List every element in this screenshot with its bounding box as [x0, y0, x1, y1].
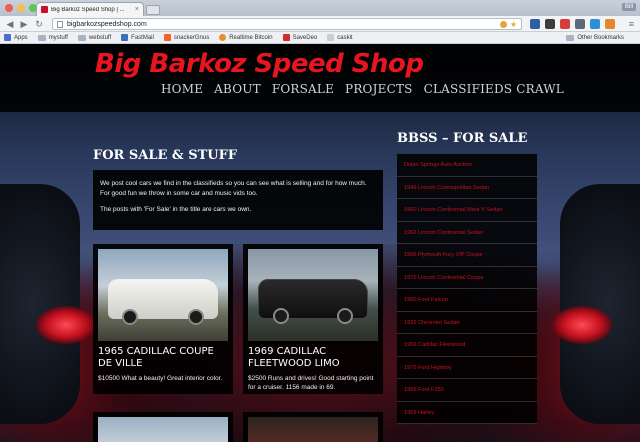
abp-icon[interactable]: [560, 19, 570, 29]
listing-card[interactable]: [243, 412, 383, 442]
bookmark-webstuff[interactable]: webstuff: [77, 34, 111, 41]
profile-button[interactable]: Bill: [621, 3, 636, 11]
bookmark-realtime-bitcoin[interactable]: Realtime Bitcoin: [219, 34, 273, 41]
sidebar-link[interactable]: 1956 Cadillac Fleetwood: [397, 334, 537, 357]
sidebar-link[interactable]: Dolan Springs Auto Auction: [397, 154, 537, 177]
extension-icon[interactable]: [499, 20, 507, 28]
sidebar-link[interactable]: 1960 Lincoln Continental Mark V Sedan: [397, 199, 537, 222]
listing-title[interactable]: 1965 CADILLAC COUPE DE VILLE: [98, 346, 228, 370]
bookmark-savedeo[interactable]: SaveDeo: [282, 34, 317, 41]
folder-icon: [566, 35, 575, 41]
nav-forsale[interactable]: FORSALE: [272, 82, 334, 96]
tab-title: Big Barkoz Speed Shop | ...: [51, 6, 125, 13]
listing-photo[interactable]: [98, 249, 228, 341]
browser-tabstrip: Big Barkoz Speed Shop | ... × Bill: [0, 0, 640, 16]
listing-card[interactable]: 1965 CADILLAC COUPE DE VILLE $10500 What…: [93, 244, 233, 394]
extension-icons: [530, 19, 615, 29]
bitcoin-icon: [219, 34, 227, 41]
wheel-shape: [122, 309, 138, 325]
page-icon: [57, 20, 63, 28]
new-tab-button[interactable]: [146, 5, 160, 15]
sidebar-link[interactable]: 1966 Plymouth Fury VIP Coupe: [397, 244, 537, 267]
bookmark-snackergnus[interactable]: snackerGnus: [163, 34, 209, 41]
browser-tab[interactable]: Big Barkoz Speed Shop | ... ×: [36, 2, 144, 16]
listing-description: $10500 What a beauty! Great interior col…: [98, 375, 223, 382]
wheel-shape: [188, 309, 204, 325]
address-bar[interactable]: bigbarkozspeedshop.com ★: [52, 18, 522, 30]
sidebar-list: Dolan Springs Auto Auction 1949 Lincoln …: [397, 154, 537, 424]
nav-classifieds-crawl[interactable]: CLASSIFIEDS CRAWL: [424, 82, 564, 96]
page-icon: [327, 34, 335, 41]
sidebar-link[interactable]: 1932 Chevrolet Sedan: [397, 312, 537, 334]
apps-icon: [4, 34, 11, 41]
intro-box: We post cool cars we find in the classif…: [93, 170, 383, 230]
nav-about[interactable]: ABOUT: [214, 82, 261, 96]
listing-title[interactable]: 1969 CADILLAC FLEETWOOD LIMO: [248, 346, 378, 370]
bookmarks-bar: Apps mystuff webstuff FastMail snackerGn…: [0, 32, 640, 44]
bookmark-star-icon[interactable]: ★: [510, 20, 517, 29]
wheel-shape: [337, 308, 353, 324]
wheel-shape: [273, 308, 289, 324]
extension-5-icon[interactable]: [590, 19, 600, 29]
site-header: Big Barkoz Speed Shop HOME ABOUT FORSALE…: [0, 44, 640, 112]
main-nav: HOME ABOUT FORSALE PROJECTS CLASSIFIEDS …: [161, 82, 575, 96]
sidebar-link[interactable]: 1949 Lincoln Cosmopolitan Sedan: [397, 177, 537, 199]
window-minimize-button[interactable]: [17, 4, 25, 12]
window-controls: [5, 4, 37, 12]
listing-card[interactable]: [93, 412, 233, 442]
folder-icon: [37, 34, 46, 41]
bookmark-apps[interactable]: Apps: [4, 34, 28, 41]
folder-icon: [77, 34, 86, 41]
other-bookmarks[interactable]: Other Bookmarks: [566, 35, 624, 41]
forward-arrow-icon[interactable]: ▶: [18, 18, 30, 30]
background-taillight-right: [552, 306, 612, 344]
listing-photo[interactable]: [248, 417, 378, 442]
nav-projects[interactable]: PROJECTS: [345, 82, 413, 96]
fastmail-icon: [121, 34, 129, 41]
y-icon: [163, 34, 171, 41]
bookmark-caskit[interactable]: caskit: [327, 34, 353, 41]
sidebar-heading: BBSS – FOR SALE: [397, 131, 528, 146]
url-text[interactable]: bigbarkozspeedshop.com: [67, 21, 497, 28]
extension-6-icon[interactable]: [605, 19, 615, 29]
sidebar-link[interactable]: 1960 Ford Falcon: [397, 289, 537, 312]
sidebar-link[interactable]: 1962 Lincoln Continental Sedan: [397, 222, 537, 244]
bookmark-mystuff[interactable]: mystuff: [37, 34, 68, 41]
background-car-left: [0, 184, 80, 424]
background-taillight-left: [36, 306, 96, 344]
nav-home[interactable]: HOME: [161, 82, 203, 96]
window-close-button[interactable]: [5, 4, 13, 12]
listing-description: $2500 Runs and drives! Good starting poi…: [248, 375, 374, 391]
extension-2-icon[interactable]: [545, 19, 555, 29]
listing-photo[interactable]: [248, 249, 378, 341]
background-car-right: [560, 184, 640, 424]
listing-photo[interactable]: [98, 417, 228, 442]
back-arrow-icon[interactable]: ◀: [4, 18, 16, 30]
extension-4-icon[interactable]: [575, 19, 585, 29]
car-photo-shape: [258, 279, 368, 324]
bookmark-fastmail[interactable]: FastMail: [121, 34, 154, 41]
sidebar-link[interactable]: 1966 Ford F350: [397, 379, 537, 402]
section-heading: FOR SALE & STUFF: [93, 148, 238, 163]
extension-1-icon[interactable]: [530, 19, 540, 29]
sidebar-link[interactable]: 1959 Harley: [397, 402, 537, 424]
intro-paragraph: We post cool cars we find in the classif…: [100, 180, 367, 197]
page-viewport: Big Barkoz Speed Shop HOME ABOUT FORSALE…: [0, 44, 640, 442]
tab-close-icon[interactable]: ×: [135, 6, 139, 13]
site-favicon-icon: [41, 6, 48, 13]
savedeo-icon: [282, 34, 290, 41]
listing-card[interactable]: 1969 CADILLAC FLEETWOOD LIMO $2500 Runs …: [243, 244, 383, 394]
menu-icon[interactable]: ≡: [629, 18, 634, 30]
car-photo-shape: [108, 279, 218, 325]
sidebar-link[interactable]: 1970 Ford Highboy: [397, 357, 537, 379]
site-title[interactable]: Big Barkoz Speed Shop: [95, 49, 424, 79]
sidebar-link[interactable]: 1970 Lincoln Continental Coupe: [397, 267, 537, 289]
browser-toolbar: ◀ ▶ ↻ bigbarkozspeedshop.com ★ ≡: [0, 16, 640, 32]
reload-icon[interactable]: ↻: [33, 18, 45, 30]
intro-paragraph: The posts with 'For Sale' in the title a…: [100, 206, 252, 213]
